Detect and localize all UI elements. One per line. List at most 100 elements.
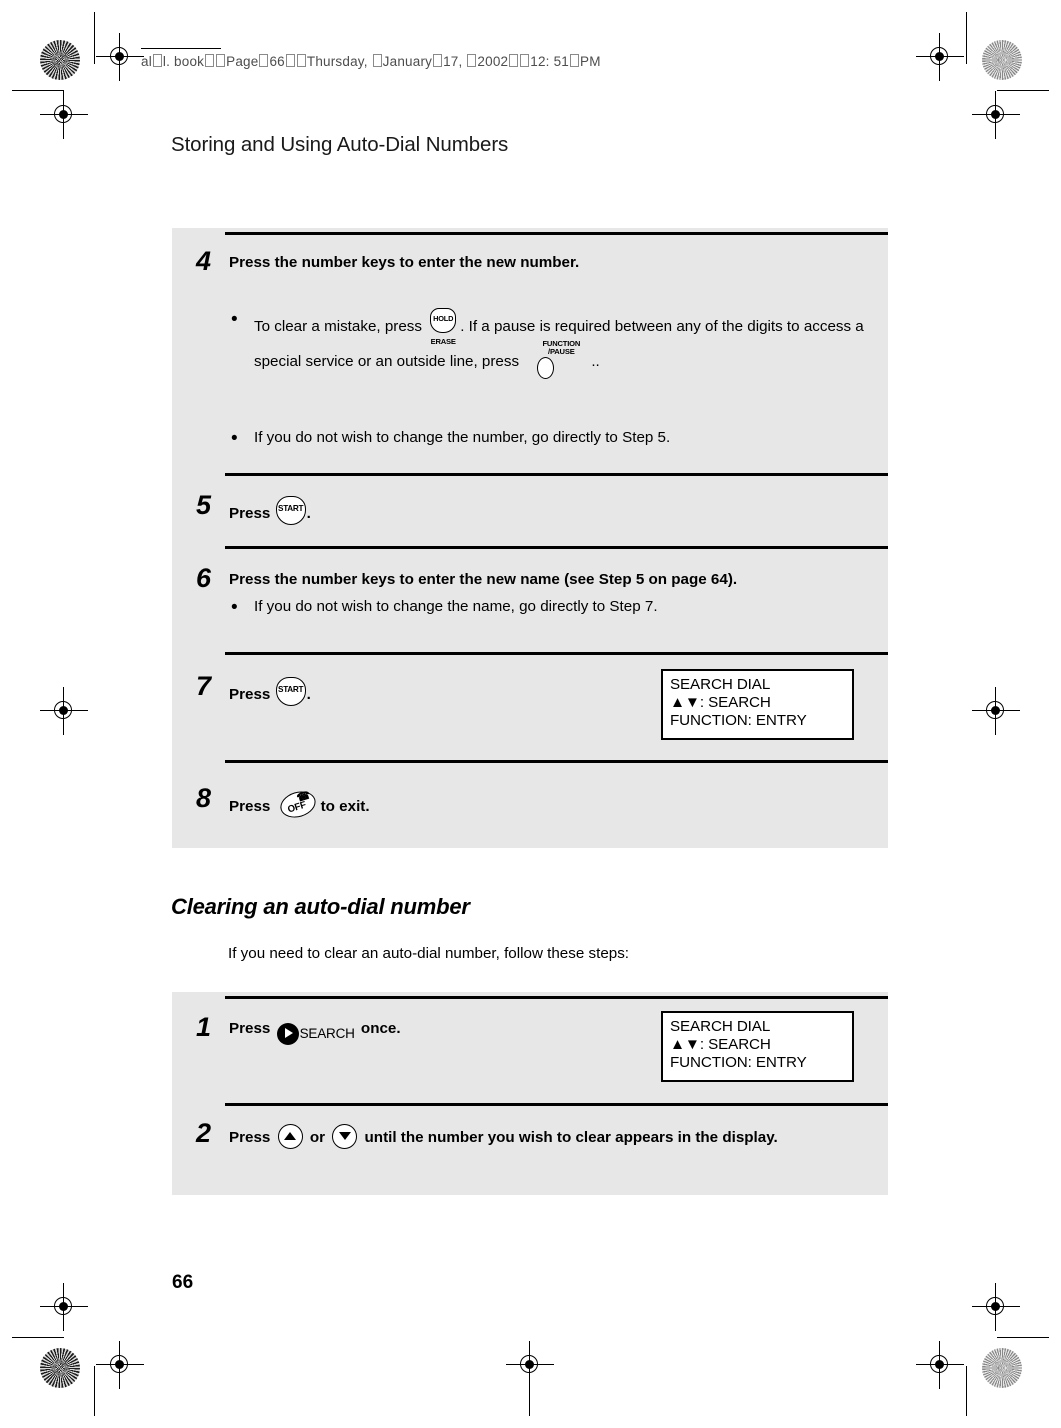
step-8-number: 8	[196, 783, 212, 813]
step-8-text-before: Press	[229, 798, 271, 815]
registration-mark-lower-left	[40, 1283, 88, 1331]
search-button-icon[interactable]: SEARCH	[276, 1022, 355, 1045]
step-rule-clearing-1-2	[225, 1103, 888, 1106]
running-header-p1: al	[141, 54, 152, 69]
registration-mark-lower-right	[972, 1283, 1020, 1331]
step-rule-5-6	[225, 546, 888, 549]
running-header-p4: Page	[226, 54, 259, 69]
glyph-box	[205, 54, 215, 67]
start-button-icon[interactable]: START	[275, 496, 306, 526]
trim-line-top-left-v	[94, 12, 96, 64]
clearing-step-1-text-after: once.	[360, 1020, 401, 1037]
lcd-display-step-7: SEARCH DIAL ▲▼: SEARCH FUNCTION: ENTRY	[661, 669, 854, 740]
running-header: al l. book Page 66 Thursday, January 17, 2002…	[141, 54, 601, 69]
registration-mark-bottom-right	[916, 1341, 964, 1389]
step-4-text: Press the number keys to enter the new n…	[229, 254, 580, 271]
off-button-icon[interactable]: ☎ OFF	[276, 787, 319, 822]
step-4-bullets-2: If you do not wish to change the number,…	[228, 426, 868, 456]
hold-erase-button-label: HOLD	[433, 314, 454, 323]
print-burst-target-top-left	[40, 40, 80, 80]
function-pause-button-label: FUNCTION/PAUSE	[533, 339, 589, 357]
step-7-text: Press START .	[229, 677, 659, 707]
glyph-box	[570, 54, 579, 67]
step-rule-top	[225, 232, 888, 235]
glyph-box	[152, 54, 162, 67]
step-rule-7-8	[225, 760, 888, 763]
glyph-box	[216, 54, 226, 67]
section-heading-clearing: Clearing an auto-dial number	[171, 894, 470, 919]
step-6-bullet-1: If you do not wish to change the name, g…	[228, 595, 868, 620]
start-button-label: START	[278, 685, 304, 694]
trim-line-bottom-left-v	[94, 1366, 96, 1416]
function-label-bottom: /PAUSE	[548, 347, 575, 357]
running-header-p3: . book	[166, 54, 205, 69]
running-header-p7: J	[382, 54, 390, 69]
glyph-box	[520, 54, 530, 67]
step-6-bullet-1-text: If you do not wish to change the name, g…	[254, 598, 658, 615]
page-number: 66	[172, 1272, 194, 1293]
step-5-number: 5	[196, 490, 212, 520]
start-button-icon[interactable]: START	[275, 677, 306, 707]
trim-line-header-rule	[141, 48, 221, 50]
running-header-p12: PM	[580, 54, 601, 69]
running-header-p5: 66	[269, 54, 285, 69]
search-button-label: SEARCH	[299, 1026, 355, 1042]
print-burst-target-bottom-left	[40, 1348, 80, 1388]
step-6-number: 6	[196, 563, 212, 593]
glyph-box	[509, 54, 519, 67]
glyph-box	[467, 54, 477, 67]
step-6-bullets: If you do not wish to change the name, g…	[228, 595, 868, 625]
hold-erase-button-sublabel: ERASE	[430, 337, 456, 346]
down-arrow-button-icon[interactable]	[332, 1124, 358, 1149]
step-7-number: 7	[196, 671, 212, 701]
clearing-step-1-text-before: Press	[229, 1020, 271, 1037]
step-rule-6-7	[225, 652, 888, 655]
glyph-box	[296, 54, 306, 67]
lcd-line-3: FUNCTION: ENTRY	[670, 1053, 807, 1071]
step-7-text-before: Press	[229, 686, 271, 703]
trim-line-bottom-center-v	[529, 1366, 531, 1416]
trim-line-right-h	[997, 90, 1049, 92]
registration-mark-center-left	[40, 687, 88, 735]
page-title: Storing and Using Auto-Dial Numbers	[171, 133, 509, 156]
running-header-p9: 17,	[443, 54, 467, 69]
clearing-step-1-number: 1	[196, 1012, 212, 1042]
clearing-step-2-text: Press or until the number you wish to cl…	[229, 1124, 874, 1150]
hold-erase-button-icon[interactable]: HOLD ERASE	[428, 308, 458, 346]
step-rule-4-5	[225, 473, 888, 476]
clearing-step-2-number: 2	[196, 1118, 212, 1148]
step-4-bullet-1: To clear a mistake, press HOLD ERASE . I…	[228, 307, 868, 379]
step-5-text: Press START .	[229, 496, 659, 526]
glyph-box	[285, 54, 295, 67]
function-pause-button-icon[interactable]: FUNCTION/PAUSE	[525, 339, 589, 379]
registration-mark-top-left	[96, 33, 144, 81]
registration-mark-center-right	[972, 687, 1020, 735]
registration-mark-bottom-left	[96, 1341, 144, 1389]
registration-mark-mid-left	[40, 91, 88, 139]
lcd-line-1: SEARCH DIAL	[670, 676, 771, 693]
trim-line-top-right-v	[966, 12, 968, 64]
clearing-step-1-text: Press SEARCH once.	[229, 1018, 659, 1045]
step-4-bullet-1-after: ..	[591, 353, 600, 370]
step-6-text: Press the number keys to enter the new n…	[229, 571, 738, 588]
start-button-label: START	[278, 504, 304, 513]
registration-mark-mid-right	[972, 91, 1020, 139]
running-header-p11: 12: 51	[530, 54, 569, 69]
lcd-display-clearing-step-1: SEARCH DIAL ▲▼: SEARCH FUNCTION: ENTRY	[661, 1011, 854, 1082]
step-8-text-after: to exit.	[320, 798, 370, 815]
clearing-step-2-text-mid: or	[309, 1129, 326, 1146]
step-7-text-after: .	[306, 686, 311, 703]
step-5-text-before: Press	[229, 505, 271, 522]
lcd-line-1: SEARCH DIAL	[670, 1018, 771, 1035]
step-rule-clearing-top	[225, 996, 888, 999]
step-4-bullet-1-before: To clear a mistake, press	[254, 318, 422, 335]
trim-line-bottom-left-h	[12, 1337, 64, 1339]
step-4-bullet-2-text: If you do not wish to change the number,…	[254, 429, 671, 446]
print-burst-target-top-right	[982, 40, 1022, 80]
up-arrow-button-icon[interactable]	[277, 1124, 303, 1149]
registration-mark-top-right	[916, 33, 964, 81]
trim-line-bottom-right-v	[966, 1366, 968, 1416]
running-header-p6: Thursday,	[306, 54, 372, 69]
print-burst-target-bottom-right	[982, 1348, 1022, 1388]
lcd-line-2: ▲▼: SEARCH	[670, 693, 771, 711]
